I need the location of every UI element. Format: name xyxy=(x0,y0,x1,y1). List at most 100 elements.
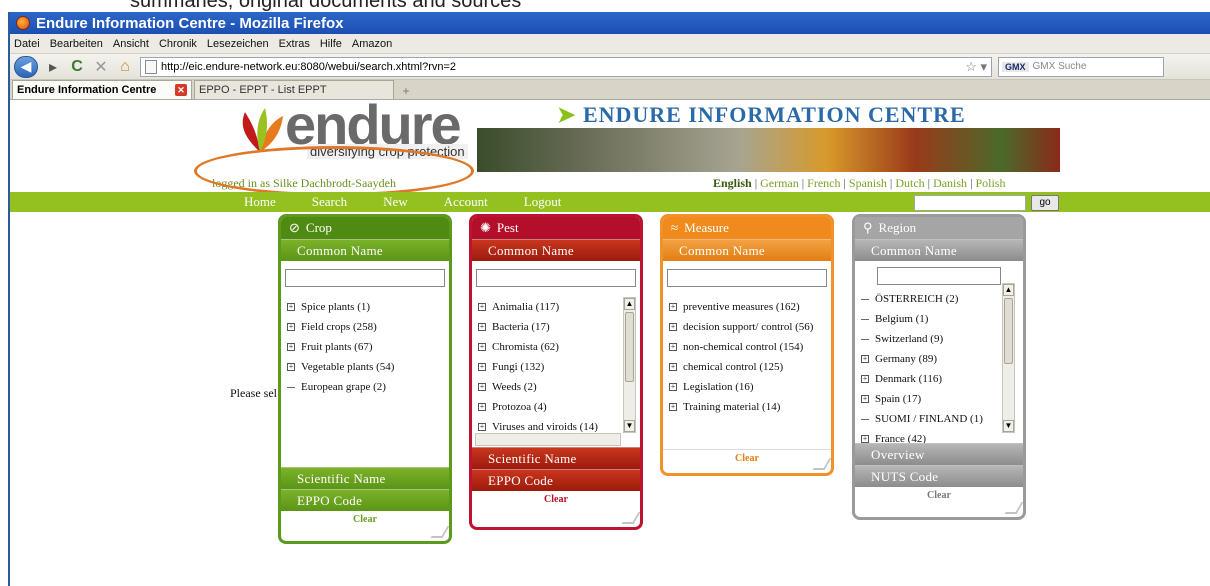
scroll-thumb[interactable] xyxy=(625,312,634,382)
quick-search-input[interactable] xyxy=(914,195,1026,211)
expand-icon[interactable]: + xyxy=(287,323,295,331)
tree-item[interactable]: + Vegetable plants (54) xyxy=(287,357,449,377)
expand-icon[interactable]: + xyxy=(861,435,869,443)
pest-eppo-code-tab[interactable]: EPPO Code xyxy=(472,469,640,491)
home-icon[interactable]: ⌂ xyxy=(116,58,134,76)
pest-vertical-scrollbar[interactable]: ▲ ▼ xyxy=(623,297,636,433)
expand-icon[interactable]: + xyxy=(861,395,869,403)
pest-panel-header[interactable]: ✺ Pest xyxy=(472,217,640,239)
expand-icon[interactable]: + xyxy=(861,375,869,383)
nav-home[interactable]: Home xyxy=(244,194,276,210)
crop-eppo-code-tab[interactable]: EPPO Code xyxy=(281,489,449,511)
crop-scientific-name-tab[interactable]: Scientific Name xyxy=(281,467,449,489)
expand-icon[interactable]: + xyxy=(669,363,677,371)
lang-german[interactable]: German xyxy=(760,176,799,190)
menu-datei[interactable]: Datei xyxy=(14,38,40,50)
tree-item[interactable]: European grape (2) xyxy=(287,377,449,397)
tree-item[interactable]: Belgium (1) xyxy=(861,309,1023,329)
expand-icon[interactable]: + xyxy=(669,403,677,411)
tree-item[interactable]: + decision support/ control (56) xyxy=(669,317,831,337)
tree-item[interactable]: SUOMI / FINLAND (1) xyxy=(861,409,1023,429)
measure-panel-header[interactable]: ≈ Measure xyxy=(663,217,831,239)
region-common-name-tab[interactable]: Common Name xyxy=(855,239,1023,261)
tree-item[interactable]: + Germany (89) xyxy=(861,349,1023,369)
crop-clear-link[interactable]: Clear xyxy=(281,511,449,525)
pest-scientific-name-tab[interactable]: Scientific Name xyxy=(472,447,640,469)
tree-item[interactable]: + Fungi (132) xyxy=(478,357,640,377)
crop-common-name-tab[interactable]: Common Name xyxy=(281,239,449,261)
nav-account[interactable]: Account xyxy=(444,194,488,210)
menu-lesezeichen[interactable]: Lesezeichen xyxy=(207,38,269,50)
menu-amazon[interactable]: Amazon xyxy=(352,38,392,50)
region-filter-input[interactable] xyxy=(877,267,1001,285)
region-panel-header[interactable]: ⚲ Region xyxy=(855,217,1023,239)
region-vertical-scrollbar[interactable]: ▲ ▼ xyxy=(1002,283,1015,433)
tree-item[interactable]: + Spain (17) xyxy=(861,389,1023,409)
pest-common-name-tab[interactable]: Common Name xyxy=(472,239,640,261)
tree-item[interactable]: + Legislation (16) xyxy=(669,377,831,397)
pest-horizontal-scrollbar[interactable] xyxy=(475,433,621,446)
resize-handle-icon[interactable] xyxy=(430,526,449,538)
expand-icon[interactable]: + xyxy=(478,323,486,331)
bookmark-star-icon[interactable]: ☆ ▾ xyxy=(965,59,991,75)
measure-clear-link[interactable]: Clear xyxy=(663,450,831,464)
expand-icon[interactable]: + xyxy=(669,343,677,351)
pest-clear-link[interactable]: Clear xyxy=(472,491,640,505)
resize-handle-icon[interactable] xyxy=(1004,502,1023,514)
expand-icon[interactable]: + xyxy=(478,363,486,371)
tree-item[interactable]: ÖSTERREICH (2) xyxy=(861,289,1023,309)
expand-icon[interactable]: + xyxy=(669,383,677,391)
tree-item[interactable]: + chemical control (125) xyxy=(669,357,831,377)
gmx-logo[interactable]: GMX xyxy=(1002,61,1029,72)
nav-search[interactable]: Search xyxy=(312,194,347,210)
forward-icon[interactable]: ▸ xyxy=(44,57,62,77)
measure-common-name-tab[interactable]: Common Name xyxy=(663,239,831,261)
crop-panel-header[interactable]: ⊘ Crop xyxy=(281,217,449,239)
back-icon[interactable]: ◀ xyxy=(14,55,38,78)
scroll-down-icon[interactable]: ▼ xyxy=(1003,420,1014,432)
reload-icon[interactable]: C xyxy=(68,58,86,76)
menu-extras[interactable]: Extras xyxy=(279,38,310,50)
pest-filter-input[interactable] xyxy=(476,269,636,287)
expand-icon[interactable]: + xyxy=(669,303,677,311)
tree-item[interactable]: + Field crops (258) xyxy=(287,317,449,337)
menu-hilfe[interactable]: Hilfe xyxy=(320,38,342,50)
nav-new[interactable]: New xyxy=(383,194,408,210)
expand-icon[interactable]: + xyxy=(478,403,486,411)
web-search-box[interactable]: GMX GMX Suche xyxy=(998,56,1164,77)
expand-icon[interactable]: + xyxy=(478,383,486,391)
lang-english[interactable]: English xyxy=(713,176,752,190)
expand-icon[interactable]: + xyxy=(861,355,869,363)
go-button[interactable]: go xyxy=(1031,195,1059,211)
expand-icon[interactable]: + xyxy=(478,423,486,431)
expand-icon[interactable]: + xyxy=(478,303,486,311)
tree-item[interactable]: + Protozoa (4) xyxy=(478,397,640,417)
tree-item[interactable]: + Weeds (2) xyxy=(478,377,640,397)
resize-handle-icon[interactable] xyxy=(621,512,640,524)
nav-logout[interactable]: Logout xyxy=(524,194,562,210)
url-bar[interactable]: ☆ ▾ xyxy=(140,56,992,77)
menu-bearbeiten[interactable]: Bearbeiten xyxy=(50,38,103,50)
lang-dutch[interactable]: Dutch xyxy=(895,176,924,190)
lang-spanish[interactable]: Spanish xyxy=(849,176,887,190)
scroll-up-icon[interactable]: ▲ xyxy=(624,298,635,310)
tree-item[interactable]: + Fruit plants (67) xyxy=(287,337,449,357)
scroll-thumb[interactable] xyxy=(1004,298,1013,364)
tree-item[interactable]: + Denmark (116) xyxy=(861,369,1023,389)
tree-item[interactable]: + Spice plants (1) xyxy=(287,297,449,317)
menu-chronik[interactable]: Chronik xyxy=(159,38,197,50)
tree-item[interactable]: + non-chemical control (154) xyxy=(669,337,831,357)
tree-item[interactable]: + Animalia (117) xyxy=(478,297,640,317)
close-tab-icon[interactable]: ✕ xyxy=(175,84,187,96)
scroll-down-icon[interactable]: ▼ xyxy=(624,420,635,432)
scroll-up-icon[interactable]: ▲ xyxy=(1003,284,1014,296)
tab-endure[interactable]: Endure Information Centre ✕ xyxy=(12,80,192,99)
stop-icon[interactable]: ✕ xyxy=(92,57,110,77)
url-input[interactable] xyxy=(161,60,962,73)
expand-icon[interactable]: + xyxy=(287,363,295,371)
expand-icon[interactable]: + xyxy=(669,323,677,331)
crop-filter-input[interactable] xyxy=(285,269,445,287)
measure-filter-input[interactable] xyxy=(667,269,827,287)
tree-item[interactable]: + Chromista (62) xyxy=(478,337,640,357)
menu-ansicht[interactable]: Ansicht xyxy=(113,38,149,50)
